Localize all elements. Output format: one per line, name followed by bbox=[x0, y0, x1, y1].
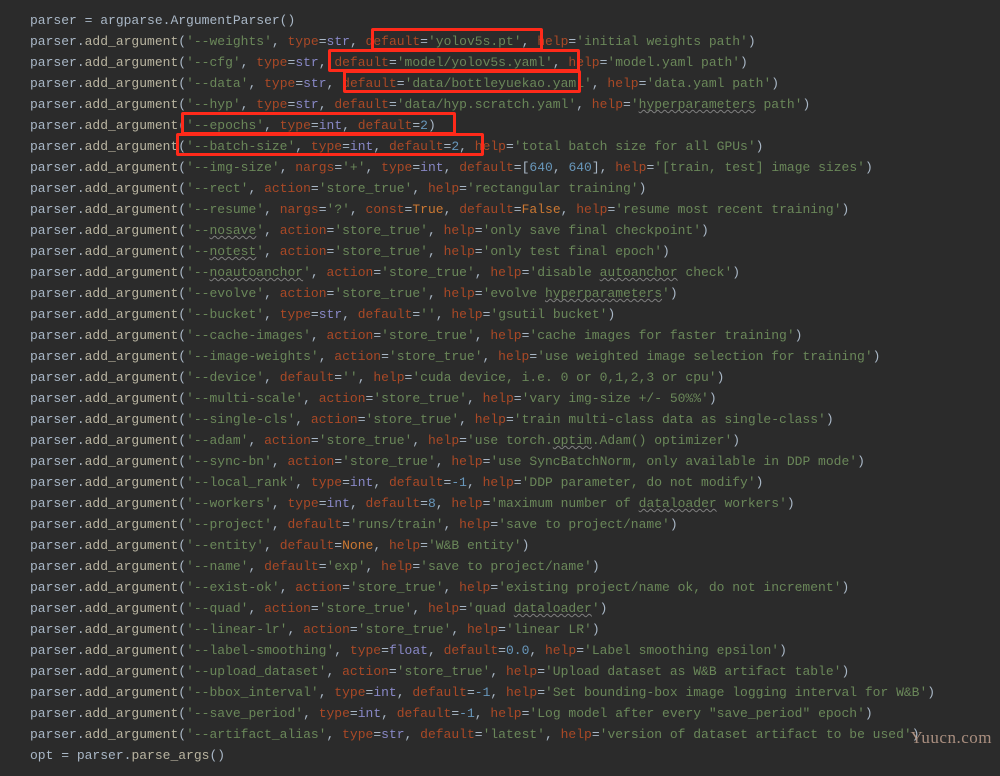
code-line: parser.add_argument('--weights', type=st… bbox=[30, 34, 756, 49]
code-line: parser.add_argument('--batch-size', type… bbox=[30, 139, 763, 154]
code-line: parser.add_argument('--upload_dataset', … bbox=[30, 664, 849, 679]
code-line: parser.add_argument('--entity', default=… bbox=[30, 538, 529, 553]
code-line: parser.add_argument('--bbox_interval', t… bbox=[30, 685, 935, 700]
code-line: parser.add_argument('--rect', action='st… bbox=[30, 181, 646, 196]
code-editor[interactable]: parser = argparse.ArgumentParser() parse… bbox=[0, 0, 1000, 776]
code-line: parser.add_argument('--image-weights', a… bbox=[30, 349, 880, 364]
code-line: parser.add_argument('--epochs', type=int… bbox=[30, 118, 436, 133]
code-line: parser.add_argument('--adam', action='st… bbox=[30, 433, 740, 448]
code-line: parser.add_argument('--notest', action='… bbox=[30, 244, 670, 259]
code-line: parser.add_argument('--sync-bn', action=… bbox=[30, 454, 865, 469]
code-line: parser.add_argument('--workers', type=in… bbox=[30, 496, 795, 511]
code-line: parser.add_argument('--resume', nargs='?… bbox=[30, 202, 849, 217]
code-line: parser.add_argument('--label-smoothing',… bbox=[30, 643, 787, 658]
code-line: parser.add_argument('--exist-ok', action… bbox=[30, 580, 849, 595]
code-line: parser.add_argument('--save_period', typ… bbox=[30, 706, 873, 721]
code-line: parser.add_argument('--noautoanchor', ac… bbox=[30, 265, 740, 280]
code-line: parser.add_argument('--name', default='e… bbox=[30, 559, 600, 574]
code-line: parser.add_argument('--hyp', type=str, d… bbox=[30, 97, 810, 112]
code-line: parser.add_argument('--cfg', type=str, d… bbox=[30, 55, 748, 70]
code-line: parser.add_argument('--single-cls', acti… bbox=[30, 412, 834, 427]
code-line: parser.add_argument('--device', default=… bbox=[30, 370, 724, 385]
code-line: parser.add_argument('--data', type=str, … bbox=[30, 76, 779, 91]
code-line: parser.add_argument('--img-size', nargs=… bbox=[30, 160, 873, 175]
code-line: parser.add_argument('--bucket', type=str… bbox=[30, 307, 615, 322]
code-line: parser.add_argument('--evolve', action='… bbox=[30, 286, 678, 301]
code-line: parser.add_argument('--quad', action='st… bbox=[30, 601, 607, 616]
code-line: parser.add_argument('--multi-scale', act… bbox=[30, 391, 717, 406]
code-line: parser.add_argument('--linear-lr', actio… bbox=[30, 622, 600, 637]
code-line: parser = argparse.ArgumentParser() bbox=[30, 13, 295, 28]
watermark: Yuucn.com bbox=[911, 727, 992, 748]
code-line: parser.add_argument('--nosave', action='… bbox=[30, 223, 709, 238]
code-line: parser.add_argument('--artifact_alias', … bbox=[30, 727, 920, 742]
code-line: opt = parser.parse_args() bbox=[30, 748, 225, 763]
code-line: parser.add_argument('--local_rank', type… bbox=[30, 475, 763, 490]
code-line: parser.add_argument('--project', default… bbox=[30, 517, 678, 532]
code-line: parser.add_argument('--cache-images', ac… bbox=[30, 328, 802, 343]
